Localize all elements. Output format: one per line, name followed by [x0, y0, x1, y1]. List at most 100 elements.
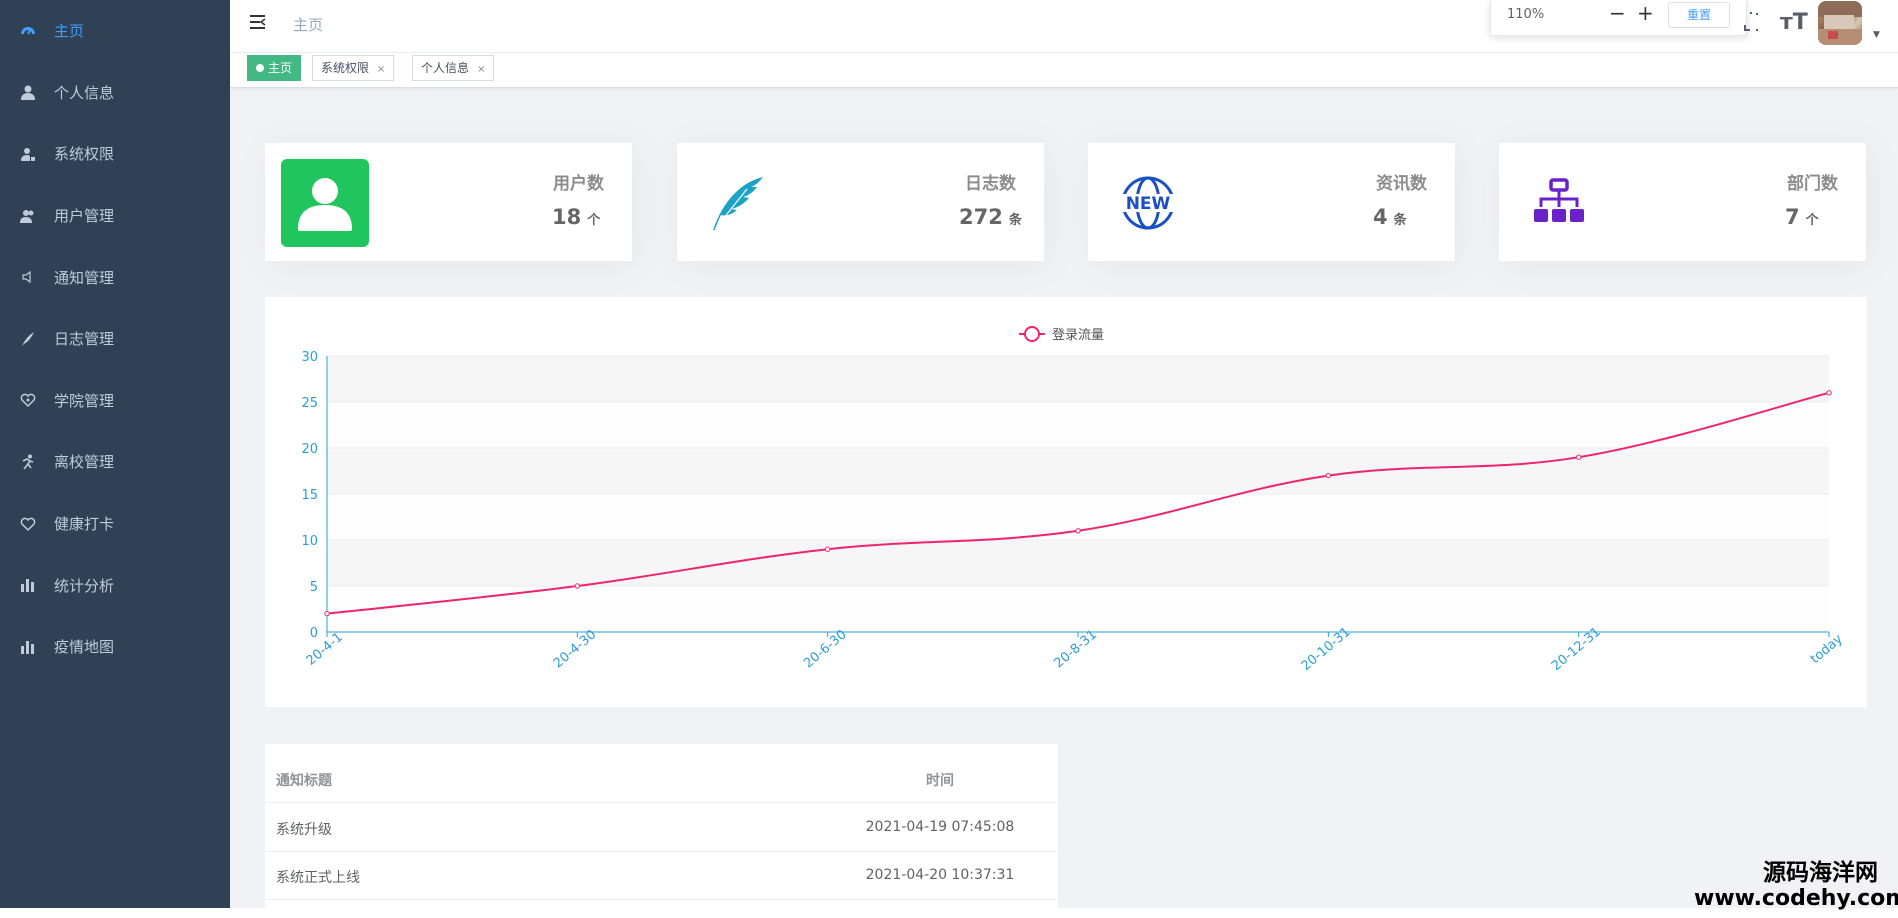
active-dot-icon — [256, 64, 264, 72]
svg-text:NEW: NEW — [1126, 194, 1171, 214]
sidebar-item-label: 统计分析 — [54, 576, 115, 595]
zoom-level: 110% — [1507, 7, 1545, 22]
sidebar-item-label: 用户管理 — [54, 207, 115, 226]
grid-band — [327, 448, 1829, 494]
login-traffic-chart-card: 0 5 10 15 20 25 30 20-4-1 20-4-30 20-6-30 20-8-31 2… — [265, 297, 1867, 707]
sidebar-item-label: 健康打卡 — [54, 515, 115, 534]
tag-permissions[interactable]: 系统权限 × — [312, 55, 395, 81]
tag-label: 个人信息 — [421, 61, 470, 75]
speaker-icon — [20, 269, 36, 285]
org-chart-icon — [1515, 159, 1603, 247]
heart-icon — [20, 516, 36, 532]
header-title: 通知标题 — [276, 773, 332, 789]
card-number: 18 — [552, 205, 582, 229]
zoom-reset-button[interactable]: 重置 — [1668, 2, 1730, 28]
cell-time: 2021-04-19 07:45:08 — [865, 819, 1015, 835]
sidebar-item-label: 通知管理 — [54, 268, 115, 287]
stat-card-logs[interactable]: 日志数 272 条 — [677, 143, 1044, 261]
tag-home[interactable]: 主页 — [247, 55, 302, 81]
sidebar-item-leave-school[interactable]: 离校管理 — [0, 431, 230, 493]
x-tick-label: today — [1808, 631, 1846, 666]
sidebar-item-label: 离校管理 — [54, 453, 115, 472]
card-value: 18 个 — [552, 205, 600, 229]
card-unit: 条 — [1393, 213, 1407, 228]
close-icon[interactable]: × — [477, 64, 485, 75]
cell-title: 系统升级 — [276, 822, 332, 838]
caret-down-icon[interactable]: ▼ — [1873, 30, 1880, 40]
navbar: 主页 110% − + 重置 тT ▼ — [230, 0, 1898, 53]
y-tick-label: 0 — [310, 626, 318, 641]
sidebar-item-label: 个人信息 — [54, 83, 115, 102]
users-icon — [20, 208, 36, 224]
user-lock-icon — [20, 146, 36, 162]
tag-profile[interactable]: 个人信息 × — [412, 55, 495, 81]
card-number: 7 — [1785, 205, 1800, 229]
table-row[interactable]: 系统升级 2021-04-19 07:45:08 — [265, 804, 1058, 852]
sidebar-item-label: 疫情地图 — [54, 638, 115, 657]
header-time: 时间 — [926, 773, 954, 789]
close-icon[interactable]: × — [377, 64, 385, 75]
y-tick-label: 10 — [301, 534, 318, 549]
y-tick-label: 20 — [301, 442, 318, 457]
card-title: 资讯数 — [1376, 174, 1427, 194]
user-icon — [20, 84, 36, 101]
table-header: 通知标题 时间 — [265, 755, 1058, 803]
fullscreen-icon[interactable] — [1742, 12, 1758, 32]
tags-view: 主页 系统权限 × 个人信息 × — [230, 53, 1898, 88]
stat-card-users[interactable]: 用户数 18 个 — [265, 143, 632, 261]
data-point — [1826, 390, 1832, 396]
card-unit: 个 — [1805, 213, 1819, 228]
avatar[interactable] — [1818, 1, 1862, 45]
data-point — [1325, 472, 1332, 479]
y-tick-label: 15 — [301, 488, 318, 503]
sidebar-item-label: 学院管理 — [54, 391, 115, 410]
login-traffic-chart: 05101520253020-4-1 20-4-30 20-6-30 20-8-31 2… — [301, 326, 1846, 674]
news-globe-icon: NEW — [1104, 159, 1192, 247]
y-tick-label: 30 — [301, 350, 318, 365]
table-row[interactable]: 系统正式上线 2021-04-20 10:37:31 — [265, 852, 1058, 900]
dashboard-icon — [20, 23, 36, 39]
stat-card-departments[interactable]: 部门数 7个 — [1499, 143, 1866, 261]
x-tick-label: 20-6-30 — [801, 627, 850, 671]
user-icon — [281, 159, 369, 247]
watermark-line2: www.codehy.com — [1694, 886, 1898, 911]
sidebar-item-logs[interactable]: 日志管理 — [0, 308, 230, 370]
sidebar-item-permissions[interactable]: 系统权限 — [0, 123, 230, 185]
card-title: 部门数 — [1787, 174, 1838, 194]
font-size-icon[interactable]: тT — [1780, 10, 1808, 35]
sidebar-item-college[interactable]: 学院管理 — [0, 370, 230, 432]
x-tick-label: 20-4-30 — [551, 627, 600, 671]
card-value: 7个 — [1785, 205, 1819, 229]
zoom-in-button[interactable]: + — [1637, 1, 1654, 25]
sidebar-item-statistics[interactable]: 统计分析 — [0, 554, 230, 616]
zoom-out-button[interactable]: − — [1609, 1, 1626, 25]
sidebar-item-users[interactable]: 用户管理 — [0, 185, 230, 247]
sidebar: 主页 个人信息 系统权限 用户管理 通知管理 日志管理 学院管理 离校管理 健康… — [0, 0, 230, 908]
grid-band — [327, 356, 1829, 402]
sidebar-item-notices[interactable]: 通知管理 — [0, 246, 230, 308]
tag-label: 主页 — [268, 61, 293, 75]
sidebar-item-epidemic-map[interactable]: 疫情地图 — [0, 616, 230, 678]
breadcrumb[interactable]: 主页 — [293, 14, 323, 35]
legend-label: 登录流量 — [1052, 328, 1104, 343]
sidebar-item-label: 主页 — [54, 22, 85, 41]
data-point — [1575, 454, 1582, 460]
sidebar-item-profile[interactable]: 个人信息 — [0, 62, 230, 124]
hamburger-icon[interactable] — [248, 12, 268, 32]
card-title: 用户数 — [553, 174, 604, 194]
card-value: 272 条 — [959, 205, 1022, 229]
feather-icon — [693, 159, 781, 247]
card-unit: 个 — [587, 213, 601, 228]
run-icon — [20, 454, 36, 470]
feather-icon — [20, 331, 36, 347]
bottom-bar — [0, 908, 1898, 918]
data-point — [324, 610, 330, 617]
cell-title: 系统正式上线 — [276, 870, 360, 886]
sidebar-item-health-checkin[interactable]: 健康打卡 — [0, 493, 230, 555]
stat-card-news[interactable]: NEW 资讯数 4条 — [1088, 143, 1455, 261]
grid-band — [327, 586, 1829, 632]
sidebar-item-home[interactable]: 主页 — [0, 0, 230, 62]
y-tick-label: 25 — [301, 396, 318, 411]
x-tick-label: 20-8-31 — [1051, 627, 1100, 671]
watermark-line1: 源码海洋网 — [1763, 860, 1878, 886]
